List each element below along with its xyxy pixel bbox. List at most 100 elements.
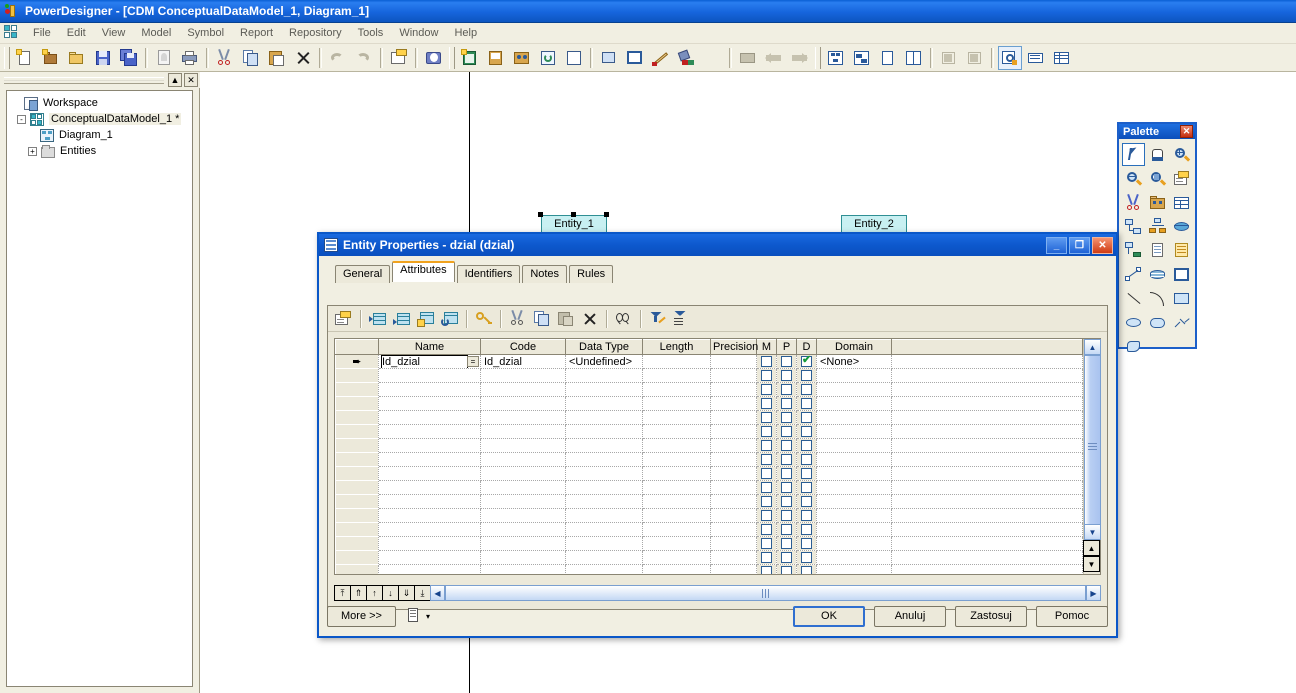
cell-primary[interactable]	[776, 354, 797, 369]
cell-length[interactable]	[642, 536, 711, 551]
cell-domain[interactable]	[816, 368, 892, 383]
cell-primary[interactable]	[776, 522, 797, 537]
selection-handle[interactable]	[538, 212, 543, 217]
back-icon[interactable]	[762, 46, 786, 70]
association-tool-icon[interactable]	[1170, 215, 1193, 238]
cell-precision[interactable]	[710, 536, 757, 551]
cell-code[interactable]	[480, 396, 566, 411]
cell-data-type[interactable]	[565, 438, 643, 453]
table-row[interactable]	[335, 382, 1083, 397]
primary-checkbox[interactable]	[781, 510, 792, 522]
cell-precision[interactable]	[710, 410, 757, 425]
cell-length[interactable]	[642, 564, 711, 574]
column-header-displayed[interactable]: D	[796, 339, 817, 355]
cell-name[interactable]	[378, 480, 481, 495]
cell-precision[interactable]	[710, 424, 757, 439]
cell-length[interactable]	[642, 424, 711, 439]
cell-precision[interactable]	[710, 564, 757, 574]
cell-domain[interactable]	[816, 522, 892, 537]
displayed-checkbox[interactable]	[801, 482, 812, 494]
mandatory-checkbox[interactable]	[761, 468, 772, 480]
cell-data-type[interactable]	[565, 550, 643, 565]
cell-precision[interactable]	[710, 452, 757, 467]
cancel-button[interactable]: Anuluj	[874, 605, 946, 627]
cell-data-type[interactable]	[565, 536, 643, 551]
row-selector-marker[interactable]	[335, 550, 379, 565]
help-icon[interactable]	[422, 46, 446, 70]
arc-tool-icon[interactable]	[1146, 287, 1169, 310]
zoom-out-area-icon[interactable]	[937, 46, 961, 70]
scroll-down-button[interactable]: ▼	[1084, 524, 1101, 540]
package-tool-icon[interactable]	[1146, 191, 1169, 214]
cell-primary[interactable]	[776, 396, 797, 411]
cell-code[interactable]	[480, 424, 566, 439]
properties-icon[interactable]	[387, 46, 411, 70]
note-tool-icon[interactable]	[1170, 239, 1193, 262]
delete-tool-icon[interactable]	[1122, 191, 1145, 214]
mandatory-checkbox[interactable]	[761, 356, 772, 368]
zoom-out-tool-icon[interactable]	[1122, 167, 1145, 190]
cell-data-type[interactable]	[565, 480, 643, 495]
displayed-checkbox[interactable]	[801, 370, 812, 382]
displayed-checkbox[interactable]	[801, 440, 812, 452]
table-row[interactable]	[335, 536, 1083, 551]
cell-mandatory[interactable]	[756, 396, 777, 411]
cell-mandatory[interactable]	[756, 466, 777, 481]
cell-mandatory[interactable]	[756, 550, 777, 565]
cell-displayed[interactable]	[796, 494, 817, 509]
cell-precision[interactable]	[710, 508, 757, 523]
table-row[interactable]	[335, 564, 1083, 574]
print-options-chevron-down-icon[interactable]: ▾	[426, 612, 430, 621]
cell-displayed[interactable]	[796, 480, 817, 495]
palette-title-bar[interactable]: Palette ✕	[1119, 124, 1195, 139]
cell-name[interactable]	[378, 564, 481, 574]
new-diagram-icon[interactable]	[458, 46, 482, 70]
scrollbar-thumb[interactable]	[1084, 355, 1101, 537]
help-button[interactable]: Pomoc	[1036, 605, 1108, 627]
tree-expander-expand-icon[interactable]: +	[28, 146, 37, 156]
column-header-mandatory[interactable]: M	[756, 339, 777, 355]
cell-primary[interactable]	[776, 382, 797, 397]
data-item-tool-icon[interactable]	[1146, 263, 1169, 286]
cell-displayed[interactable]	[796, 564, 817, 574]
tree-item-workspace[interactable]: Workspace	[9, 95, 190, 111]
primary-checkbox[interactable]	[781, 538, 792, 550]
primary-checkbox[interactable]	[781, 482, 792, 494]
grid-vertical-scrollbar[interactable]: ▲ ▼ ▲ ▼	[1083, 339, 1101, 574]
row-selector-marker[interactable]	[335, 410, 379, 425]
zoom-in-tool-icon[interactable]	[1170, 143, 1193, 166]
cell-primary[interactable]	[776, 550, 797, 565]
cell-data-type[interactable]	[565, 396, 643, 411]
rectangle-tool-icon[interactable]	[1170, 287, 1193, 310]
properties-tool-icon[interactable]	[1170, 167, 1193, 190]
cell-primary[interactable]	[776, 466, 797, 481]
cell-precision[interactable]	[710, 382, 757, 397]
cell-displayed[interactable]	[796, 424, 817, 439]
dependency-tool-icon[interactable]	[1122, 263, 1145, 286]
apply-filter-icon[interactable]	[671, 308, 693, 330]
cell-primary[interactable]	[776, 424, 797, 439]
row-selector-marker[interactable]	[335, 494, 379, 509]
cell-length[interactable]	[642, 494, 711, 509]
save-as-image-icon[interactable]	[484, 46, 508, 70]
menu-item-window[interactable]: Window	[391, 24, 446, 42]
cut-icon[interactable]	[507, 308, 529, 330]
copy-icon[interactable]	[531, 308, 553, 330]
minimize-button[interactable]: _	[1046, 236, 1067, 254]
row-up-icon[interactable]: ↑	[366, 585, 383, 601]
cell-domain[interactable]: <None>	[816, 354, 892, 369]
primary-checkbox[interactable]	[781, 524, 792, 536]
paste-icon[interactable]	[265, 46, 289, 70]
table-row[interactable]	[335, 494, 1083, 509]
line-tool-icon[interactable]	[1122, 287, 1145, 310]
cell-primary[interactable]	[776, 480, 797, 495]
check-model-icon[interactable]	[562, 46, 586, 70]
table-row[interactable]	[335, 550, 1083, 565]
cell-precision[interactable]	[710, 480, 757, 495]
cell-name[interactable]	[378, 382, 481, 397]
cell-name[interactable]	[378, 368, 481, 383]
cell-length[interactable]	[642, 480, 711, 495]
tab-notes[interactable]: Notes	[522, 265, 568, 283]
cell-precision[interactable]	[710, 550, 757, 565]
cell-precision[interactable]	[710, 396, 757, 411]
